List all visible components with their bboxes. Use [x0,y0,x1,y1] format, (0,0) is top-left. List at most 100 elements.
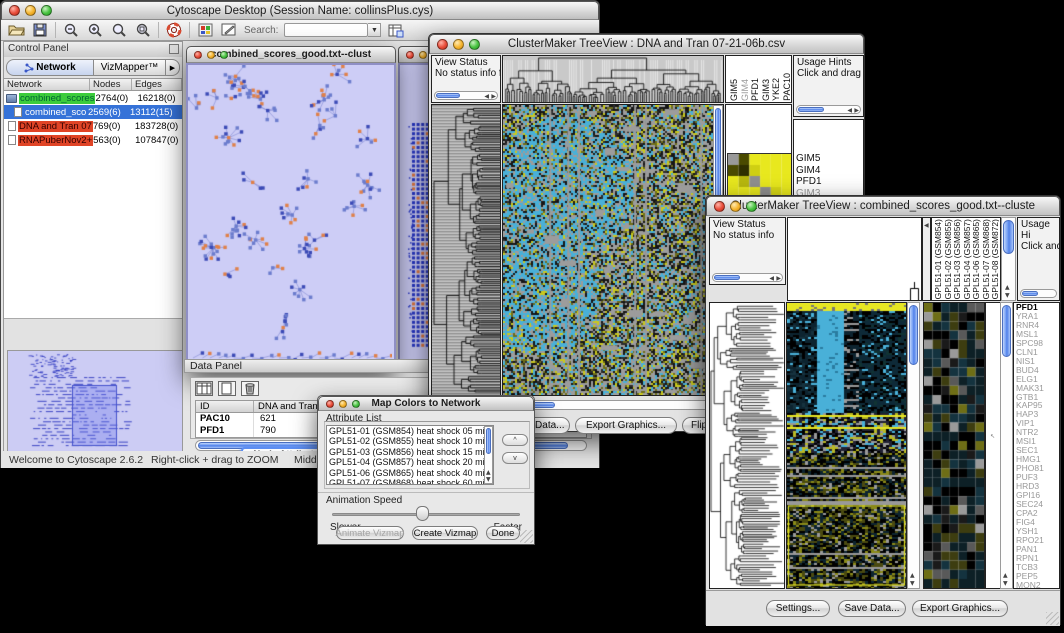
close-button[interactable] [326,400,334,408]
scrollbar-thumb[interactable] [486,428,491,454]
save-icon[interactable] [31,22,49,39]
attribute-item[interactable]: GPL51-06 (GSM865) heat shock 40 min [327,468,493,478]
export-graphics-button[interactable]: Export Graphics... [912,600,1008,617]
array-dendrogram-panel[interactable] [787,217,922,301]
zoom-button[interactable] [220,51,228,59]
vizmapper-icon[interactable] [196,22,214,39]
gene-label[interactable]: GIM4 [796,165,863,177]
treeview2-titlebar[interactable]: ClusterMaker TreeView : combined_scores_… [706,196,1060,216]
gene-dendrogram-panel[interactable] [709,302,785,589]
array-dendrogram-canvas[interactable] [503,56,723,102]
zoom-button[interactable] [469,39,480,50]
network-overview-thumbnail[interactable] [7,350,183,452]
help-lifebuoy-icon[interactable] [165,22,183,39]
list-vscrollbar[interactable]: ▲▼ [484,426,493,484]
done-button[interactable]: Done [486,526,520,540]
heatmap-canvas[interactable] [787,303,906,588]
network-tree-row[interactable]: DNA and Tran 07769(0)183728(0) [4,119,182,133]
zoom-button[interactable] [352,400,360,408]
network-tree-row[interactable]: combined_sco2569(6)13112(15) [4,105,182,119]
scrollbar-thumb[interactable] [909,305,918,365]
gene-label[interactable]: GIM5 [796,153,863,165]
status-hscrollbar[interactable]: ◀▶ [434,91,498,100]
network-tree-row[interactable]: RNAPuberNov2+563(0)107847(0) [4,133,182,147]
heatmap-panel[interactable] [502,104,724,396]
heatmap-vscrollbar[interactable]: ▲▼ [907,302,920,589]
close-button[interactable] [437,39,448,50]
minimize-button[interactable] [25,5,36,16]
save-data-button[interactable]: Save Data... [838,600,906,617]
network-canvas-2[interactable] [400,65,431,369]
close-button[interactable] [714,201,725,212]
heatmap-panel[interactable] [786,302,907,589]
zoom-fit-icon[interactable] [134,22,152,39]
scrollbar-thumb[interactable] [714,275,740,280]
splitter-strip[interactable]: ◀ [922,217,931,301]
zoom-out-icon[interactable] [62,22,80,39]
minimize-button[interactable] [339,400,347,408]
network-canvas-1[interactable] [188,65,392,367]
dialog-titlebar[interactable]: Map Colors to Network [318,396,534,411]
zoom-selected-icon[interactable] [110,22,128,39]
close-button[interactable] [194,51,202,59]
move-down-button[interactable]: v [502,452,528,464]
gene-dendrogram-canvas[interactable] [432,105,500,395]
network-view-1[interactable] [186,63,396,371]
zoom-button[interactable] [41,5,52,16]
scrollbar-thumb[interactable] [436,93,460,98]
zoom-button[interactable] [746,201,757,212]
attribute-item[interactable]: GPL51-03 (GSM856) heat shock 15 min [327,447,493,457]
tab-vizmapper[interactable]: VizMapper™ [94,59,166,76]
usage-hscrollbar[interactable] [1020,289,1057,298]
network-window-1-titlebar[interactable]: combined_scores_good.txt--cluste... [186,46,396,63]
speed-slider-thumb[interactable] [416,506,429,521]
settings-button[interactable]: Settings... [766,600,830,617]
zoom-heatmap-panel[interactable] [923,302,985,589]
gene-label[interactable]: PFD1 [796,176,863,188]
attribute-item[interactable]: GPL51-02 (GSM855) heat shock 10 min [327,436,493,446]
attribute-item[interactable]: GPL51-07 (GSM868) heat shock 60 min [327,478,493,485]
scrollbar-thumb[interactable] [798,107,824,112]
array-dendrogram-canvas[interactable] [788,218,921,300]
scrollbar-thumb[interactable] [1003,220,1014,254]
tab-overflow-arrow[interactable]: ▶ [166,59,180,76]
labels-vscrollbar[interactable]: ▲▼ [1001,217,1016,301]
minimize-button[interactable] [453,39,464,50]
resize-grip[interactable] [1046,612,1059,625]
usage-hscrollbar[interactable]: ◀▶ [796,105,861,114]
gene-label[interactable]: MON2 [1016,581,1059,589]
minimize-button[interactable] [207,51,215,59]
attribute-item[interactable]: GPL51-01 (GSM854) heat shock 05 min [327,426,493,436]
main-titlebar[interactable]: Cytoscape Desktop (Session Name: collins… [1,1,599,20]
annotation-icon[interactable] [220,22,238,39]
minimize-button[interactable] [730,201,741,212]
animate-vizmap-button[interactable]: Animate Vizmap [336,526,404,540]
search-input[interactable] [284,23,368,37]
new-document-icon[interactable] [218,381,236,396]
trash-icon[interactable] [241,381,259,396]
zoom-vscrollbar[interactable]: ▲▼ [1000,302,1013,589]
minimize-button[interactable] [419,51,427,59]
close-button[interactable] [9,5,20,16]
network-tree-row[interactable]: combined_scores2764(0)16218(0) [4,91,182,105]
resize-grip[interactable] [520,530,533,543]
treeview1-titlebar[interactable]: ClusterMaker TreeView : DNA and Tran 07-… [429,34,864,54]
close-button[interactable] [406,51,414,59]
attribute-table-icon[interactable] [195,381,213,396]
scrollbar-thumb[interactable] [1002,305,1011,357]
heatmap-canvas[interactable] [503,105,713,395]
move-up-button[interactable]: ^ [502,434,528,446]
gene-dendrogram-canvas[interactable] [710,303,784,588]
table-import-icon[interactable] [387,22,405,39]
zoom-in-icon[interactable] [86,22,104,39]
attribute-item[interactable]: GPL51-04 (GSM857) heat shock 20 min [327,457,493,467]
open-folder-icon[interactable] [7,22,25,39]
export-graphics-button[interactable]: Export Graphics... [575,417,677,434]
float-panel-icon[interactable] [169,44,179,54]
tab-network[interactable]: Network [6,59,94,76]
status-hscrollbar[interactable]: ◀▶ [712,273,783,282]
array-dendrogram-panel[interactable] [502,55,724,103]
zoom-heatmap-canvas[interactable] [924,303,984,588]
scrollbar-thumb[interactable] [1022,291,1038,296]
gene-dendrogram-panel[interactable] [431,104,501,396]
